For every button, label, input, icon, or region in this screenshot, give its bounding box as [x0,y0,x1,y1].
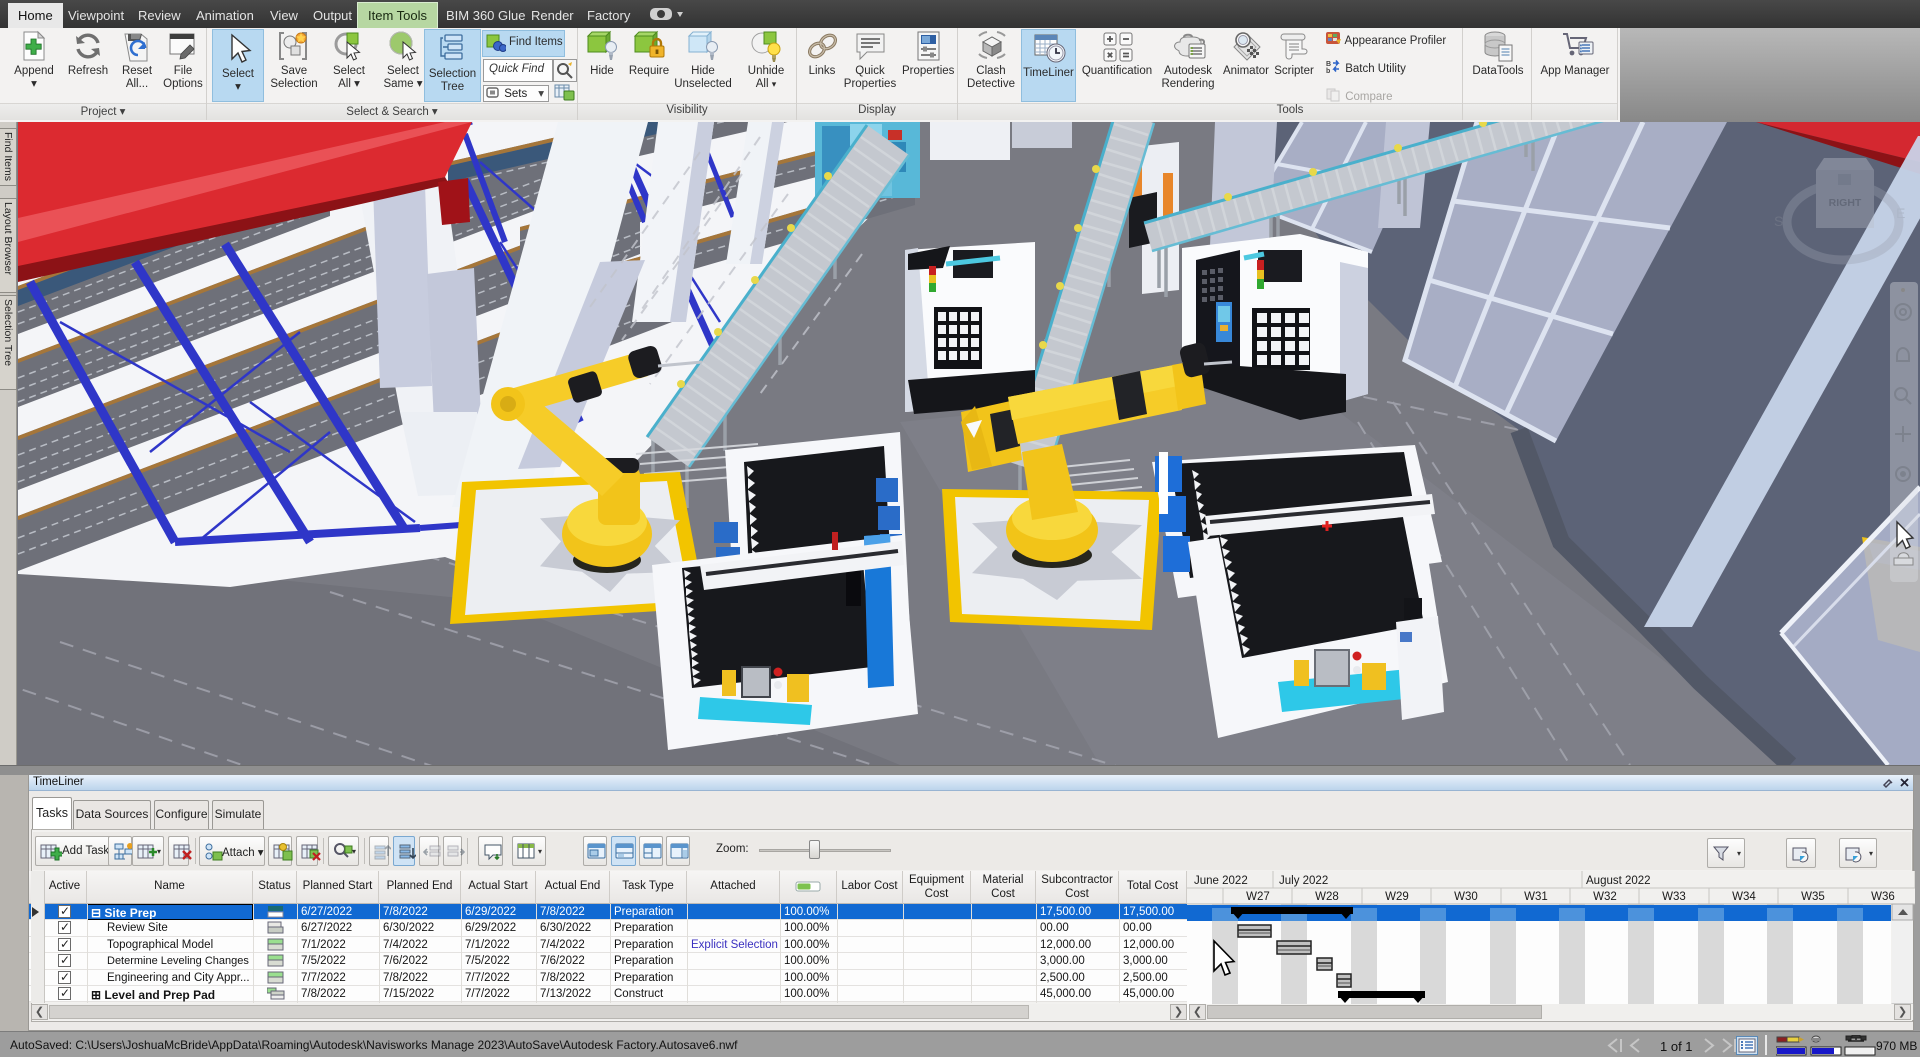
svg-text:b: b [1326,68,1330,74]
svg-text:W31: W31 [1524,891,1548,903]
svg-text:B: B [1326,61,1331,68]
svg-text:W33: W33 [1662,891,1686,903]
svg-text:E: E [1896,205,1905,221]
svg-text:W27: W27 [1246,891,1270,903]
svg-text:S: S [1774,213,1783,229]
svg-text:W34: W34 [1732,891,1756,903]
svg-text:W36: W36 [1871,891,1895,903]
svg-text:W30: W30 [1454,891,1478,903]
svg-text:W32: W32 [1593,891,1617,903]
svg-text:August 2022: August 2022 [1586,875,1651,887]
svg-text:July 2022: July 2022 [1279,875,1328,887]
svg-text:RIGHT: RIGHT [1829,197,1862,209]
svg-text:June 2022: June 2022 [1194,875,1248,887]
svg-text:1 of 1: 1 of 1 [1660,1039,1693,1054]
svg-text:W35: W35 [1801,891,1825,903]
svg-text:W28: W28 [1315,891,1339,903]
svg-text:W29: W29 [1385,891,1409,903]
